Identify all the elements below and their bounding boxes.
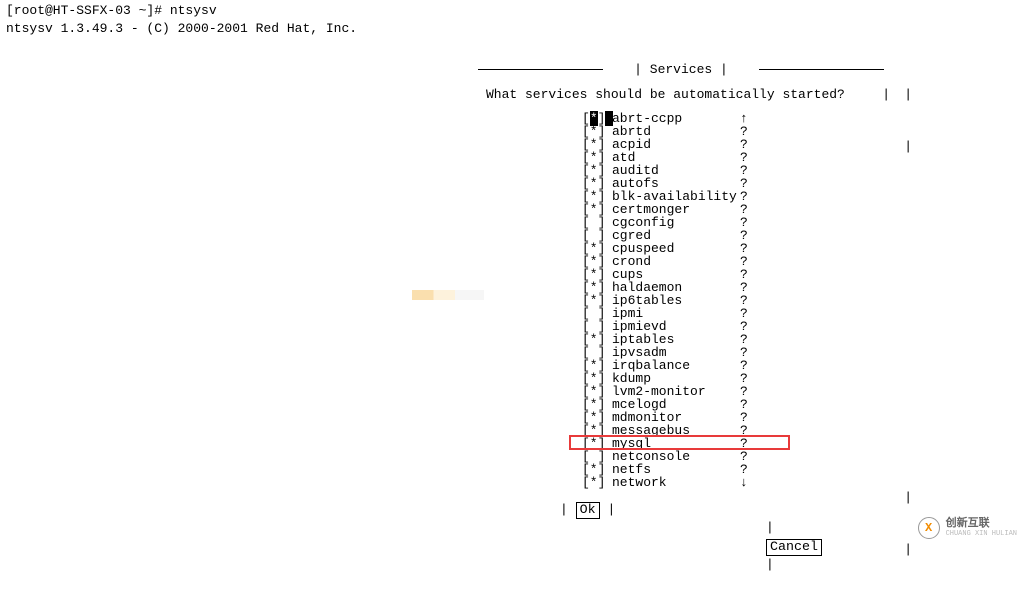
- dialog-question: What services should be automatically st…: [486, 87, 845, 102]
- service-list[interactable]: [*] abrt-ccpp↑[*] abrtd?[*] acpid?[*] at…: [582, 112, 884, 489]
- version-line: ntsysv 1.3.49.3 - (C) 2000-2001 Red Hat,…: [0, 20, 1021, 52]
- cancel-button[interactable]: Cancel: [766, 539, 822, 556]
- checkbox-network[interactable]: [*]: [582, 476, 612, 489]
- shell-prompt: [root@HT-SSFX-03 ~]# ntsysv: [0, 0, 1021, 20]
- dialog-title: Services: [650, 62, 712, 77]
- ok-button[interactable]: Ok: [576, 502, 600, 519]
- service-row-network[interactable]: [*] network↓: [582, 476, 884, 489]
- watermark-logo-icon: X: [918, 517, 940, 539]
- service-name: network: [612, 476, 740, 489]
- services-dialog: | Services | What services should be aut…: [466, 62, 896, 596]
- dialog-border-right: | | | |: [904, 88, 912, 556]
- watermark: X 创新互联 CHUANG XIN HULIAN: [918, 517, 1017, 540]
- scroll-down-icon[interactable]: ↓: [740, 476, 766, 489]
